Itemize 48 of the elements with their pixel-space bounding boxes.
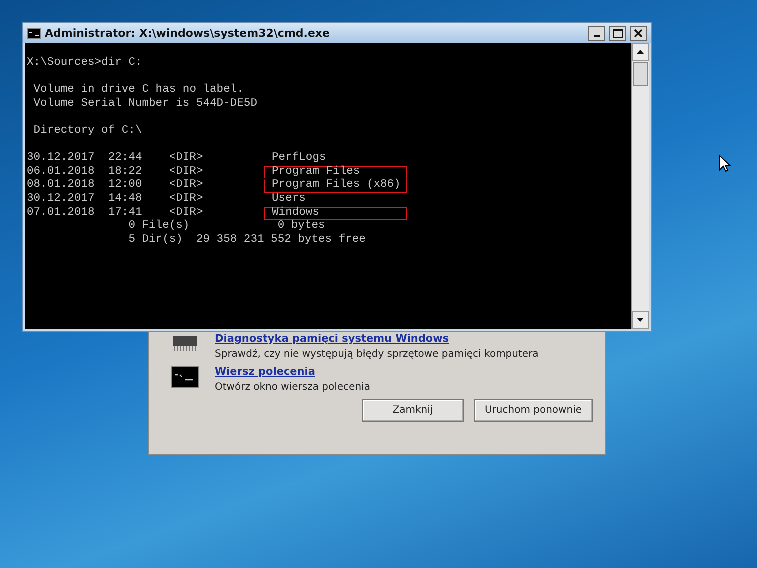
folder-name: Program Files (x86)	[272, 179, 401, 192]
time-text: 18:22	[108, 166, 142, 178]
tool-description: Sprawdź, czy nie występują błędy sprzętowe pamięci komputera	[215, 349, 539, 360]
folder-name: Windows	[272, 206, 320, 219]
time-text: 22:44	[108, 152, 142, 164]
date-text: 07.01.2018	[27, 206, 95, 219]
date-text: 30.12.2017	[27, 192, 95, 205]
scroll-up-icon	[637, 50, 644, 54]
date-text: 30.12.2017	[27, 152, 95, 164]
console-line: Volume in drive C has no label.	[34, 84, 244, 98]
type-text: <DIR>	[169, 179, 204, 192]
date-text: 08.01.2018	[27, 179, 95, 192]
scrollbar[interactable]	[631, 43, 649, 329]
scroll-thumb[interactable]	[633, 62, 648, 86]
command-prompt-icon	[171, 366, 199, 388]
summary-size: 0 bytes	[278, 220, 326, 234]
minimize-button[interactable]	[588, 26, 605, 40]
console-line: X:\Sources>dir C:	[27, 57, 142, 71]
window-title: Administrator: X:\windows\system32\cmd.exe	[45, 26, 331, 40]
close-button[interactable]	[630, 26, 647, 40]
memory-chip-icon	[171, 333, 199, 353]
summary-count: 0 File(s)	[128, 220, 190, 232]
summary-size: 29 358 231 552 bytes free	[196, 234, 366, 248]
tool-link[interactable]: Wiersz polecenia	[215, 366, 370, 378]
dialog-button[interactable]: Uruchom ponownie	[474, 399, 593, 422]
maximize-icon	[612, 28, 622, 38]
console-icon	[27, 28, 41, 38]
date-text: 06.01.2018	[27, 166, 95, 178]
summary-count: 5 Dir(s)	[128, 234, 183, 246]
type-text: <DIR>	[169, 166, 204, 178]
scroll-down-icon	[637, 318, 644, 322]
time-text: 14:48	[108, 192, 142, 205]
time-text: 17:41	[108, 206, 142, 219]
mouse-pointer-icon	[719, 155, 731, 173]
tool-description: Otwórz okno wiersza polecenia	[215, 382, 370, 393]
tool-link[interactable]: Diagnostyka pamięci systemu Windows	[215, 333, 539, 345]
folder-name: PerfLogs	[272, 152, 326, 164]
console-line: Directory of C:\	[34, 124, 142, 139]
folder-name: Users	[272, 192, 306, 205]
type-text: <DIR>	[169, 192, 204, 205]
time-text: 12:00	[108, 179, 142, 192]
type-text: <DIR>	[169, 152, 204, 164]
folder-name: Program Files	[272, 166, 360, 178]
maximize-button[interactable]	[609, 26, 626, 40]
dialog-button[interactable]: Zamknij	[362, 399, 464, 422]
type-text: <DIR>	[169, 206, 204, 219]
close-icon	[634, 28, 643, 38]
console-line: Volume Serial Number is 544D-DE5D	[34, 98, 258, 112]
